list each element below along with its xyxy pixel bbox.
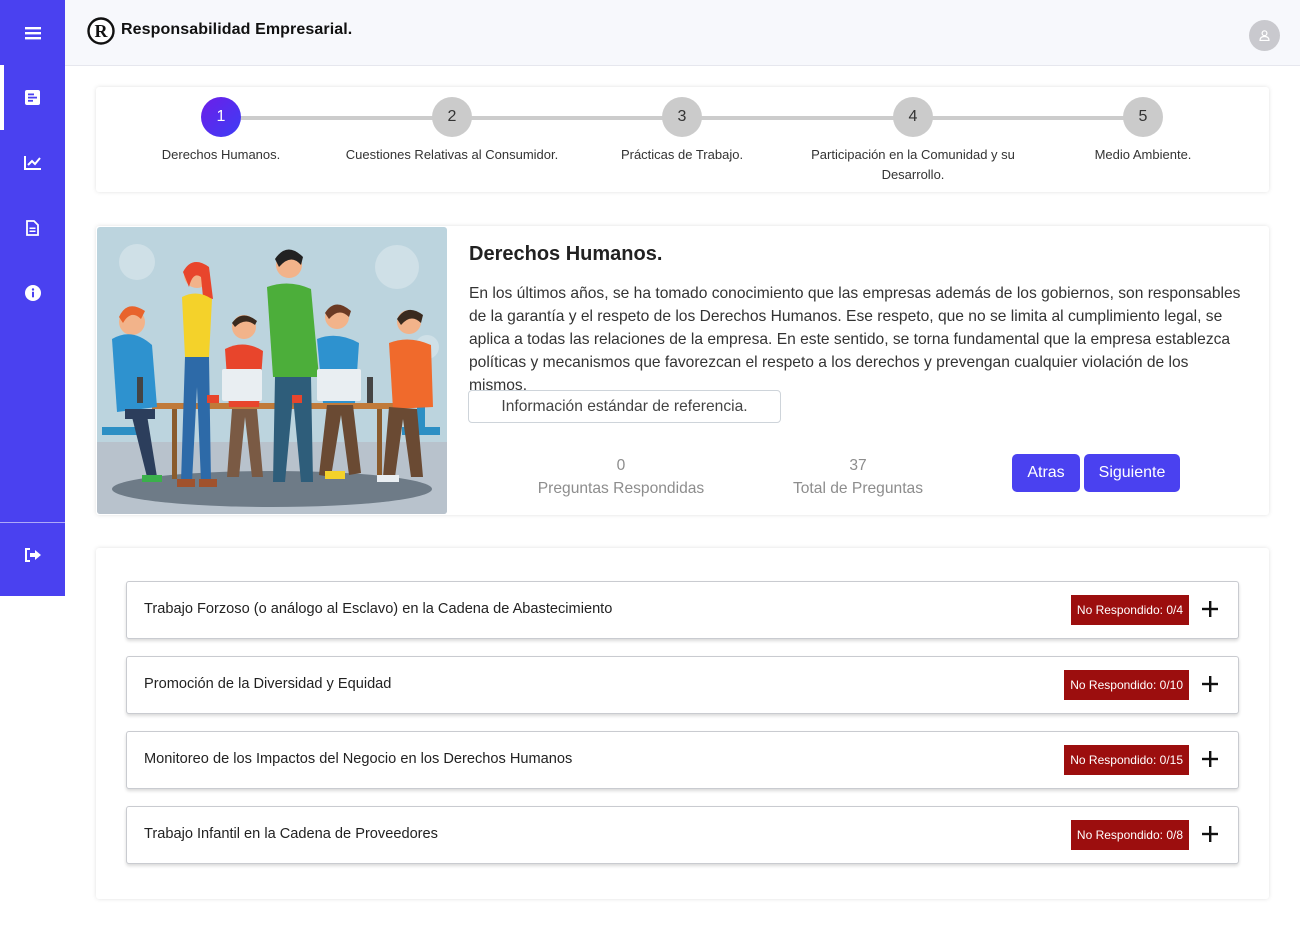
step-number: 1 bbox=[201, 97, 241, 137]
expand-plus-icon[interactable] bbox=[1200, 599, 1220, 619]
section-item-impact-monitoring[interactable]: Monitoreo de los Impactos del Negocio en… bbox=[126, 731, 1239, 789]
document-list-icon bbox=[25, 90, 40, 105]
expand-plus-icon[interactable] bbox=[1200, 674, 1220, 694]
file-text-icon bbox=[26, 219, 39, 236]
answered-count: 0 bbox=[616, 457, 626, 474]
section-item-title: Monitoreo de los Impactos del Negocio en… bbox=[144, 751, 573, 767]
answered-questions-stat: 0 Preguntas Respondidas bbox=[521, 454, 721, 500]
status-badge: No Respondido: 0/10 bbox=[1064, 670, 1189, 700]
top-header: R Responsabilidad Empresarial. bbox=[65, 0, 1300, 66]
total-label: Total de Preguntas bbox=[792, 480, 924, 497]
status-badge: No Respondido: 0/4 bbox=[1070, 595, 1189, 625]
step-number: 3 bbox=[662, 97, 702, 137]
step-label: Participación en la Comunidad y su Desar… bbox=[811, 147, 1015, 182]
info-icon bbox=[24, 284, 41, 301]
total-questions-stat: 37 Total de Preguntas bbox=[758, 454, 958, 500]
brand-name: Responsabilidad Empresarial. bbox=[121, 21, 353, 38]
section-item-child-labor[interactable]: Trabajo Infantil en la Cadena de Proveed… bbox=[126, 806, 1239, 864]
next-button[interactable]: Siguiente bbox=[1084, 454, 1180, 492]
reference-info-button[interactable]: Información estándar de referencia. bbox=[468, 390, 781, 423]
sidebar bbox=[0, 0, 65, 596]
section-description: En los últimos años, se ha tomado conoci… bbox=[469, 285, 1241, 394]
section-item-title: Trabajo Forzoso (o análogo al Esclavo) e… bbox=[144, 601, 613, 617]
user-icon bbox=[1259, 30, 1270, 41]
step-1[interactable]: 1 Derechos Humanos. bbox=[101, 97, 341, 165]
total-count: 37 bbox=[849, 457, 867, 474]
sidebar-menu-button[interactable] bbox=[0, 0, 65, 65]
status-badge: No Respondido: 0/8 bbox=[1070, 820, 1189, 850]
step-label: Prácticas de Trabajo. bbox=[620, 147, 744, 162]
section-item-diversity[interactable]: Promoción de la Diversidad y Equidad No … bbox=[126, 656, 1239, 714]
step-label: Cuestiones Relativas al Consumidor. bbox=[345, 147, 559, 162]
section-item-forced-labor[interactable]: Trabajo Forzoso (o análogo al Esclavo) e… bbox=[126, 581, 1239, 639]
step-4[interactable]: 4 Participación en la Comunidad y su Des… bbox=[793, 97, 1033, 185]
sidebar-item-info[interactable] bbox=[0, 260, 65, 325]
sidebar-item-charts[interactable] bbox=[0, 130, 65, 195]
logout-icon bbox=[24, 547, 41, 562]
expand-plus-icon[interactable] bbox=[1200, 749, 1220, 769]
step-number: 5 bbox=[1123, 97, 1163, 137]
sidebar-item-questionnaire[interactable] bbox=[0, 65, 65, 130]
chart-line-icon bbox=[23, 156, 41, 170]
status-badge: No Respondido: 0/15 bbox=[1064, 745, 1189, 775]
step-2[interactable]: 2 Cuestiones Relativas al Consumidor. bbox=[332, 97, 572, 165]
step-label: Medio Ambiente. bbox=[1094, 147, 1192, 162]
sidebar-item-reports[interactable] bbox=[0, 195, 65, 260]
step-number: 2 bbox=[432, 97, 472, 137]
step-3[interactable]: 3 Prácticas de Trabajo. bbox=[562, 97, 802, 165]
team-meeting-illustration bbox=[97, 227, 447, 514]
step-number: 4 bbox=[893, 97, 933, 137]
sidebar-logout-button[interactable] bbox=[0, 522, 65, 587]
brand-logo-icon: R bbox=[87, 17, 115, 45]
section-item-title: Trabajo Infantil en la Cadena de Proveed… bbox=[144, 826, 438, 842]
step-5[interactable]: 5 Medio Ambiente. bbox=[1023, 97, 1263, 165]
answered-label: Preguntas Respondidas bbox=[537, 480, 705, 497]
user-avatar[interactable] bbox=[1249, 20, 1280, 51]
section-title: Derechos Humanos. bbox=[469, 243, 663, 265]
menu-icon bbox=[24, 26, 41, 39]
progress-stepper: 1 Derechos Humanos. 2 Cuestiones Relativ… bbox=[96, 87, 1269, 192]
svg-text:R: R bbox=[95, 21, 109, 41]
step-label: Derechos Humanos. bbox=[161, 147, 281, 162]
expand-plus-icon[interactable] bbox=[1200, 824, 1220, 844]
section-item-title: Promoción de la Diversidad y Equidad bbox=[144, 676, 392, 692]
back-button[interactable]: Atras bbox=[1012, 454, 1080, 492]
